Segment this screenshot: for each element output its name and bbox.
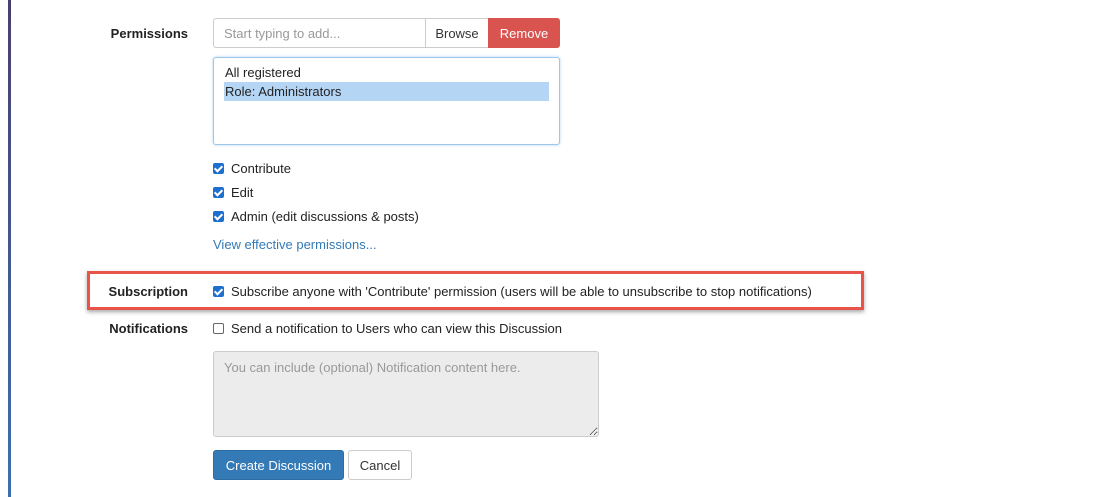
page-left-margin	[0, 0, 8, 497]
subscription-checkbox-label: Subscribe anyone with 'Contribute' permi…	[231, 284, 812, 299]
notification-checkbox-row[interactable]: Send a notification to Users who can vie…	[213, 321, 562, 336]
permissions-list[interactable]: All registered Role: Administrators	[213, 57, 560, 145]
contribute-checkbox-label: Contribute	[231, 161, 291, 176]
admin-checkbox[interactable]	[213, 211, 224, 222]
subscription-checkbox[interactable]	[213, 286, 224, 297]
notification-content-textarea[interactable]	[213, 351, 599, 437]
subscription-checkbox-row[interactable]: Subscribe anyone with 'Contribute' permi…	[213, 284, 812, 299]
remove-button[interactable]: Remove	[488, 18, 560, 48]
browse-button[interactable]: Browse	[425, 18, 489, 48]
notification-checkbox[interactable]	[213, 323, 224, 334]
subscription-label: Subscription	[108, 284, 188, 299]
permissions-search-input[interactable]	[213, 18, 425, 48]
contribute-checkbox-row[interactable]: Contribute	[213, 161, 291, 176]
edit-checkbox-label: Edit	[231, 185, 254, 200]
permissions-label: Permissions	[110, 26, 188, 41]
permissions-list-item[interactable]: All registered	[224, 63, 549, 82]
edit-checkbox[interactable]	[213, 187, 224, 198]
permissions-list-item-selected[interactable]: Role: Administrators	[224, 82, 549, 101]
view-effective-permissions-link[interactable]: View effective permissions...	[213, 237, 377, 252]
admin-checkbox-label: Admin (edit discussions & posts)	[231, 209, 419, 224]
edit-checkbox-row[interactable]: Edit	[213, 185, 253, 200]
create-discussion-button[interactable]: Create Discussion	[213, 450, 344, 480]
notification-checkbox-label: Send a notification to Users who can vie…	[231, 321, 562, 336]
cancel-button[interactable]: Cancel	[348, 450, 412, 480]
admin-checkbox-row[interactable]: Admin (edit discussions & posts)	[213, 209, 419, 224]
sidebar-edge	[8, 0, 11, 497]
notifications-label: Notifications	[109, 321, 188, 336]
contribute-checkbox[interactable]	[213, 163, 224, 174]
